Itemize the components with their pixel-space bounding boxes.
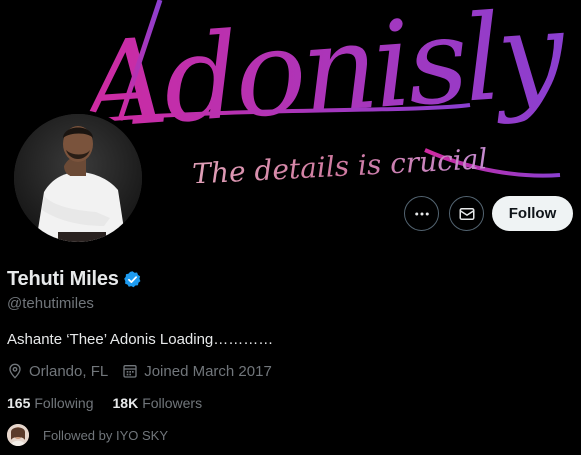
display-name: Tehuti Miles [7,268,119,290]
followed-by-text: Followed by IYO SKY [43,427,168,443]
name-row: Tehuti Miles [7,268,142,291]
joined-item: Joined March 2017 [122,363,272,380]
location-text: Orlando, FL [29,362,109,380]
location-pin-icon [9,363,21,379]
following-label: Following [34,395,94,411]
follower-avatar [7,424,29,446]
profile-bio: Ashante ‘Thee’ Adonis Loading………… [7,331,274,348]
followers-count: 18K [112,395,139,411]
banner-title: Adonisly [69,0,570,156]
more-horizontal-icon [414,212,429,215]
follow-button[interactable]: Follow [492,196,573,231]
avatar[interactable] [14,114,142,242]
user-handle: @tehutimiles [7,295,94,312]
following-link[interactable]: 165 Following [7,395,94,411]
avatar-photo [14,114,142,242]
verified-badge-icon[interactable] [123,270,142,289]
avatar-frame [10,110,146,246]
calendar-icon [123,365,137,378]
followers-link[interactable]: 18K Followers [113,395,203,411]
more-button[interactable] [404,196,439,231]
follower-avatar-photo [7,424,29,446]
joined-text: Joined March 2017 [144,362,272,380]
message-button[interactable] [449,196,484,231]
profile-page: Adonisly The details is crucial Follow T… [0,0,581,455]
banner-tagline: The details is crucial [191,142,488,183]
followers-label: Followers [142,395,203,411]
profile-meta: Orlando, FL Joined March 2017 [7,362,272,380]
location-item: Orlando, FL [7,362,108,380]
following-count: 165 [7,395,31,411]
envelope-icon [459,207,474,220]
followed-by-row[interactable]: Followed by IYO SKY [7,424,168,446]
follow-stats: 165 Following 18K Followers [7,395,202,411]
